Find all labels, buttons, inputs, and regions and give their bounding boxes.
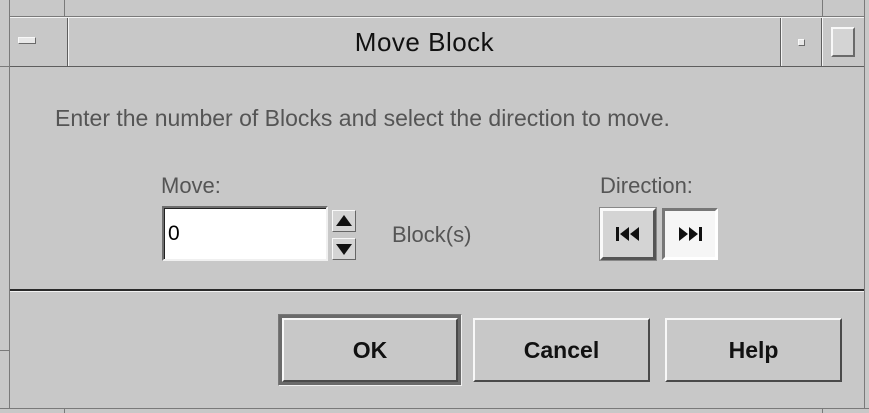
move-block-dialog: Move Block Enter the number of Blocks an… (0, 0, 869, 413)
window-frame-top[interactable] (0, 0, 869, 17)
instructions-text: Enter the number of Blocks and select th… (55, 105, 670, 131)
window-frame-bottom[interactable] (0, 408, 869, 413)
maximize-button[interactable] (822, 18, 864, 66)
window-title: Move Block (68, 18, 781, 66)
separator (10, 289, 864, 292)
increment-button[interactable] (332, 210, 356, 232)
window-frame-left[interactable] (0, 0, 10, 412)
decrement-button[interactable] (332, 238, 356, 260)
minimize-icon (798, 39, 805, 46)
minimize-button[interactable] (781, 18, 822, 66)
ok-button[interactable]: OK (279, 315, 461, 385)
skip-forward-icon (679, 227, 702, 241)
arrow-up-icon (336, 215, 352, 226)
title-bar[interactable]: Move Block (10, 17, 864, 67)
direction-backward-button[interactable] (599, 207, 657, 261)
help-button[interactable]: Help (665, 318, 842, 382)
cancel-button[interactable]: Cancel (473, 318, 650, 382)
window-frame-right[interactable] (864, 0, 869, 412)
window-menu-button[interactable] (10, 18, 68, 66)
move-count-input[interactable] (162, 206, 328, 261)
arrow-down-icon (336, 244, 352, 255)
window-menu-icon (18, 37, 36, 44)
move-label: Move: (161, 173, 221, 198)
dialog-content: Enter the number of Blocks and select th… (10, 67, 864, 408)
blocks-unit-label: Block(s) (392, 222, 472, 247)
skip-backward-icon (616, 227, 639, 241)
direction-forward-button[interactable] (662, 208, 718, 260)
maximize-icon (831, 27, 855, 57)
direction-label: Direction: (600, 173, 693, 198)
